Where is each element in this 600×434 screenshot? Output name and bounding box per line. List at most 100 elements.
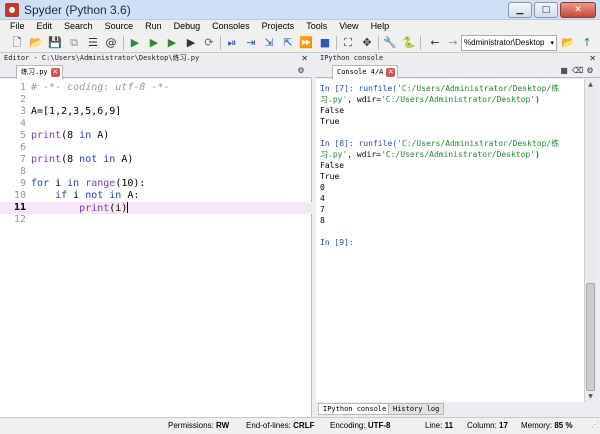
code-line[interactable]: 1 # -*- coding: utf-8 -*- <box>0 82 312 94</box>
scroll-up-icon[interactable]: ▲ <box>585 79 596 90</box>
close-icon[interactable]: ✕ <box>386 68 396 77</box>
step-into-icon[interactable]: ⇲ <box>262 36 276 50</box>
status-label: Encoding: <box>330 421 366 430</box>
menu-tools[interactable]: Tools <box>300 20 333 33</box>
code-line[interactable]: 2 <box>0 94 312 106</box>
code-line[interactable]: 7 print(8 not in A) <box>0 154 312 166</box>
menu-edit[interactable]: Edit <box>31 20 59 33</box>
editor-tab-file[interactable]: 练习.py ✕ <box>16 65 63 79</box>
debug-icon[interactable]: ⏯ <box>225 36 239 50</box>
console-line: False <box>320 160 344 171</box>
menu-help[interactable]: Help <box>365 20 396 33</box>
ipython-console[interactable]: In [7]: runfile('C:/Users/Administrator/… <box>316 79 584 402</box>
console-scrollbar[interactable]: ▲ ▼ <box>584 79 596 402</box>
tab-history-log[interactable]: History log <box>388 403 445 415</box>
code-line[interactable]: 11 print(i) <box>0 202 312 214</box>
status-eol: End-of-lines: CRLF <box>246 418 314 434</box>
step-icon[interactable]: ⇥ <box>244 36 258 50</box>
run-selection-icon[interactable]: ▶ <box>184 36 198 50</box>
maximize-pane-icon[interactable]: ⛶ <box>341 36 355 50</box>
working-directory-combo[interactable]: %dministrator\Desktop ▾ <box>461 35 557 51</box>
code-token: (i) <box>109 203 128 214</box>
console-tabstrip: Console 4/A ✕ ■ ⌫ ⚙ <box>316 64 600 79</box>
browse-folder-icon[interactable]: 📂 <box>561 36 575 50</box>
close-pane-icon[interactable]: ✕ <box>301 53 308 64</box>
menu-consoles[interactable]: Consoles <box>206 20 256 33</box>
menu-debug[interactable]: Debug <box>168 20 207 33</box>
code-line[interactable]: 3 A=[1,2,3,5,6,9] <box>0 106 312 118</box>
save-all-icon[interactable]: ⧉ <box>67 36 81 50</box>
gear-icon[interactable]: ⚙ <box>296 66 306 76</box>
continue-icon[interactable]: ⏩ <box>299 36 313 50</box>
code-line[interactable]: 10 if i not in A: <box>0 190 312 202</box>
open-file-icon[interactable]: 📂 <box>29 36 43 50</box>
gear-icon[interactable]: ⚙ <box>585 66 595 76</box>
code-token: (8 <box>61 130 80 141</box>
editor-tabstrip: 练习.py ✕ ⚙ <box>0 64 312 79</box>
preferences-wrench-icon[interactable]: 🔧 <box>383 36 397 50</box>
code-line[interactable]: 12 <box>0 214 312 226</box>
back-arrow-icon[interactable]: ← <box>428 36 442 50</box>
parent-directory-icon[interactable]: ↑ <box>580 36 594 50</box>
run-icon[interactable]: ▶ <box>128 36 142 50</box>
console-token: 'C:/Users/Administrator/Desktop' <box>380 150 536 159</box>
run-cell-advance-icon[interactable]: ▶ <box>165 36 179 50</box>
menu-run[interactable]: Run <box>139 20 168 33</box>
run-cell-icon[interactable]: ▶ <box>147 36 161 50</box>
menu-source[interactable]: Source <box>99 20 140 33</box>
console-line: False <box>320 105 344 116</box>
console-line: 习.py', wdir='C:/Users/Administrator/Desk… <box>320 94 540 105</box>
code-text: # -*- coding: utf-8 -*- <box>31 82 169 94</box>
line-number: 9 <box>19 178 26 189</box>
new-file-icon[interactable]: 🗋 <box>10 36 24 50</box>
code-line[interactable]: 4 <box>0 118 312 130</box>
menu-search[interactable]: Search <box>58 20 99 33</box>
console-token: ]: runfile( <box>344 139 398 148</box>
code-line[interactable]: 5 print(8 in A) <box>0 130 312 142</box>
step-return-icon[interactable]: ⇱ <box>281 36 295 50</box>
close-pane-icon[interactable]: ✕ <box>589 53 596 64</box>
console-token: 习.py' <box>320 95 348 104</box>
code-text: A=[1,2,3,5,6,9] <box>31 106 121 118</box>
save-icon[interactable]: 💾 <box>48 36 62 50</box>
menu-projects[interactable]: Projects <box>256 20 301 33</box>
code-token: not in <box>79 154 116 165</box>
menu-bar: File Edit Search Source Run Debug Consol… <box>0 20 600 33</box>
code-line[interactable]: 9 for i in range(10): <box>0 178 312 190</box>
scroll-down-icon[interactable]: ▼ <box>585 391 596 402</box>
console-line: True <box>320 116 339 127</box>
at-symbol-icon[interactable]: @ <box>104 36 118 50</box>
forward-arrow-icon[interactable]: → <box>446 36 460 50</box>
close-icon[interactable]: ✕ <box>50 68 60 77</box>
stop-debug-icon[interactable]: ■ <box>318 36 332 50</box>
stop-kernel-icon[interactable]: ■ <box>559 66 569 76</box>
pythonpath-icon[interactable]: 🐍 <box>402 36 416 50</box>
code-token: print <box>79 203 110 214</box>
console-tab[interactable]: Console 4/A ✕ <box>332 65 399 79</box>
console-line: In [7]: runfile('C:/Users/Administrator/… <box>320 83 559 94</box>
menu-file[interactable]: File <box>4 20 31 33</box>
code-editor[interactable]: 1 # -*- coding: utf-8 -*- 2 3 A=[1,2,3,5,6,9… <box>0 79 312 417</box>
console-token: ]: <box>344 238 354 247</box>
code-line[interactable]: 8 <box>0 166 312 178</box>
fullscreen-icon[interactable]: ✥ <box>360 36 374 50</box>
resize-grip-icon[interactable]: ⋰ <box>591 417 599 433</box>
code-token: if <box>55 190 68 201</box>
close-button[interactable]: ✕ <box>560 2 596 18</box>
tab-ipython-console[interactable]: IPython console <box>318 403 392 415</box>
code-line[interactable]: 6 <box>0 142 312 154</box>
console-token: In [ <box>320 139 340 148</box>
minimize-button[interactable]: ▁ <box>508 2 532 18</box>
clear-console-icon[interactable]: ⌫ <box>572 66 583 76</box>
code-token: in <box>79 130 92 141</box>
code-token: (10): <box>115 178 146 189</box>
code-token: A=[1,2,3,5,6,9] <box>31 106 122 117</box>
scrollbar-thumb[interactable] <box>586 283 595 391</box>
outline-list-icon[interactable]: ☰ <box>86 36 100 50</box>
maximize-button[interactable]: □ <box>534 2 558 18</box>
rerun-icon[interactable]: ⟳ <box>202 36 216 50</box>
line-number: 8 <box>19 166 26 177</box>
menu-view[interactable]: View <box>333 20 364 33</box>
console-token: 'C:/Users/Administrator/Desktop/练 <box>397 84 560 93</box>
